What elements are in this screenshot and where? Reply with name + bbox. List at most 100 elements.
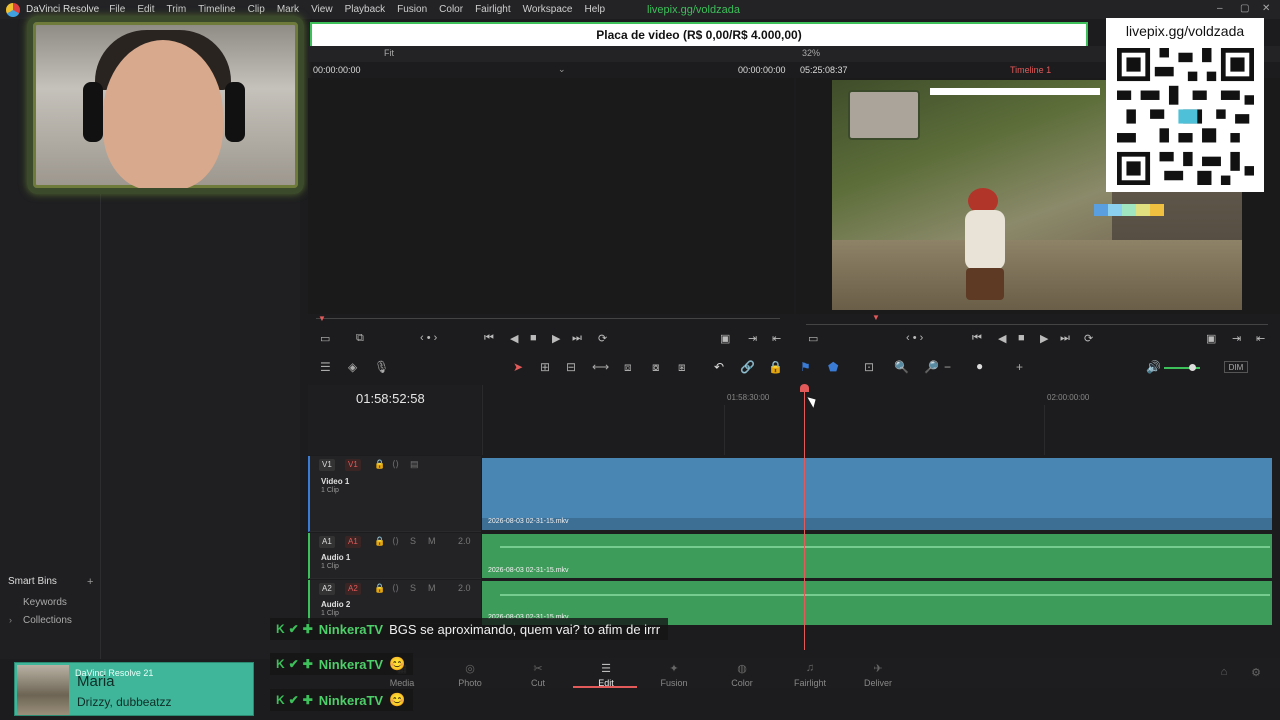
- menu-edit[interactable]: Edit: [137, 4, 154, 15]
- layout-icon[interactable]: ☰: [320, 360, 331, 374]
- insert-clip-icon[interactable]: ⧈: [624, 360, 632, 375]
- fairlight-page-icon[interactable]: ♫: [806, 662, 814, 674]
- auto-select-icon[interactable]: ⟨⟩: [392, 583, 399, 594]
- close-icon[interactable]: ✕: [1262, 3, 1270, 14]
- lock-icon[interactable]: 🔒: [374, 536, 385, 547]
- fit-dropdown[interactable]: Fit: [384, 48, 394, 58]
- video-clip[interactable]: [482, 458, 1272, 530]
- edit-page-icon[interactable]: ☰: [601, 662, 611, 675]
- zoom-detail-icon[interactable]: 🔍: [894, 360, 909, 374]
- chevron-down-icon[interactable]: ⌄: [558, 64, 566, 75]
- stop-icon[interactable]: ■: [1018, 332, 1025, 344]
- dynamic-trim-icon[interactable]: ⊟: [566, 360, 576, 374]
- track-source-tag[interactable]: V1: [345, 459, 361, 471]
- auto-select-icon[interactable]: ⟨⟩: [392, 536, 399, 547]
- track-dest-tag[interactable]: V1: [319, 459, 335, 471]
- solo-icon[interactable]: S: [410, 536, 416, 546]
- menu-fairlight[interactable]: Fairlight: [475, 4, 511, 15]
- deliver-page-icon[interactable]: ✈: [873, 662, 882, 675]
- source-scrub-bar[interactable]: [316, 318, 780, 319]
- track-source-tag[interactable]: A2: [345, 583, 361, 595]
- jog-icon[interactable]: ‹ • ›: [420, 332, 437, 344]
- timeline-scrub-bar[interactable]: [806, 324, 1268, 325]
- lock-icon[interactable]: 🔒: [374, 459, 385, 470]
- play-icon[interactable]: ▶: [1040, 332, 1048, 345]
- playhead-handle[interactable]: [800, 384, 809, 392]
- chevron-right-icon[interactable]: ›: [9, 615, 12, 625]
- page-tab-photo[interactable]: Photo: [458, 678, 482, 688]
- track-dest-tag[interactable]: A1: [319, 536, 335, 548]
- menu-fusion[interactable]: Fusion: [397, 4, 427, 15]
- play-reverse-icon[interactable]: ◀: [510, 332, 518, 345]
- disable-track-icon[interactable]: ▤: [410, 459, 419, 470]
- replace-clip-icon[interactable]: ⧆: [678, 360, 686, 375]
- timeline-ruler[interactable]: 01:58:30:00 02:00:00:00: [482, 385, 1280, 455]
- overwrite-clip-icon[interactable]: ⧇: [652, 360, 660, 375]
- lock-icon[interactable]: 🔒: [768, 360, 783, 374]
- jump-end-icon[interactable]: ⏭: [1060, 332, 1070, 345]
- fusion-page-icon[interactable]: ✦: [669, 662, 678, 675]
- cut-page-icon[interactable]: ✂: [533, 662, 542, 675]
- menu-help[interactable]: Help: [584, 4, 605, 15]
- zoom-dropdown[interactable]: 32%: [802, 48, 820, 58]
- selection-tool-icon[interactable]: ➤: [513, 360, 523, 374]
- auto-select-icon[interactable]: ⟨⟩: [392, 459, 399, 470]
- settings-gear-icon[interactable]: ⚙: [1251, 666, 1261, 679]
- play-reverse-icon[interactable]: ◀: [998, 332, 1006, 345]
- mute-icon[interactable]: M: [428, 536, 436, 546]
- add-smart-bin-icon[interactable]: +: [87, 576, 93, 588]
- flag-icon[interactable]: ⚑: [800, 360, 811, 374]
- play-icon[interactable]: ▶: [552, 332, 560, 345]
- loop-icon[interactable]: ⟳: [598, 332, 607, 345]
- link-icon[interactable]: 🔗: [740, 360, 755, 374]
- timeline-name-dropdown[interactable]: Timeline 1: [1010, 65, 1051, 75]
- maximize-icon[interactable]: ▢: [1240, 3, 1249, 14]
- jump-start-icon[interactable]: ⏮: [484, 332, 494, 345]
- volume-icon[interactable]: 🔊: [1146, 360, 1161, 374]
- minimize-icon[interactable]: –: [1217, 3, 1223, 14]
- jump-start-icon[interactable]: ⏮: [972, 332, 982, 345]
- menu-mark[interactable]: Mark: [277, 4, 299, 15]
- next-edit-icon[interactable]: ⇥: [1232, 332, 1241, 345]
- page-tab-fusion[interactable]: Fusion: [660, 678, 687, 688]
- zoom-full-icon[interactable]: ⊡: [864, 360, 874, 374]
- mute-icon[interactable]: M: [428, 583, 436, 593]
- menu-playback[interactable]: Playback: [345, 4, 386, 15]
- timeline-timecode[interactable]: 01:58:52:58: [356, 391, 425, 406]
- page-tab-deliver[interactable]: Deliver: [864, 678, 892, 688]
- audio-clip-a1[interactable]: [482, 534, 1272, 578]
- page-tab-media[interactable]: Media: [390, 678, 415, 688]
- page-tab-cut[interactable]: Cut: [531, 678, 545, 688]
- effects-icon[interactable]: ◈: [348, 360, 357, 374]
- timeline-playhead[interactable]: [804, 390, 805, 650]
- collections-item[interactable]: Collections: [23, 615, 72, 626]
- page-tab-fairlight[interactable]: Fairlight: [794, 678, 826, 688]
- menu-workspace[interactable]: Workspace: [523, 4, 573, 15]
- zoom-out-icon[interactable]: −: [944, 360, 951, 374]
- menu-view[interactable]: View: [311, 4, 333, 15]
- source-viewer[interactable]: [308, 78, 794, 314]
- track-header-a1[interactable]: A1 A1 🔒 ⟨⟩ S M 2.0 Audio 1 1 Clip: [308, 533, 481, 579]
- snapping-icon[interactable]: ↶: [714, 360, 724, 374]
- photo-page-icon[interactable]: ◎: [465, 662, 475, 675]
- zoom-in-icon[interactable]: +: [1016, 360, 1023, 374]
- home-icon[interactable]: ⌂: [1221, 666, 1228, 678]
- zoom-slider-knob[interactable]: ●: [976, 359, 983, 373]
- menu-timeline[interactable]: Timeline: [198, 4, 235, 15]
- source-playhead-icon[interactable]: ▼: [318, 314, 326, 323]
- menu-clip[interactable]: Clip: [248, 4, 265, 15]
- menu-file[interactable]: File: [109, 4, 125, 15]
- track-source-tag[interactable]: A1: [345, 536, 361, 548]
- menu-trim[interactable]: Trim: [167, 4, 187, 15]
- prev-edit-icon[interactable]: ⇤: [1256, 332, 1265, 345]
- marker-icon[interactable]: ⬟: [828, 360, 838, 374]
- jog-icon[interactable]: ‹ • ›: [906, 332, 923, 344]
- page-tab-color[interactable]: Color: [731, 678, 753, 688]
- trim-tool-icon[interactable]: ⊞: [540, 360, 550, 374]
- dim-button[interactable]: DIM: [1224, 361, 1248, 373]
- track-header-v1[interactable]: V1 V1 🔒 ⟨⟩ ▤ Video 1 1 Clip: [308, 456, 481, 532]
- next-edit-icon[interactable]: ⇥: [748, 332, 757, 345]
- menu-color[interactable]: Color: [439, 4, 463, 15]
- solo-icon[interactable]: S: [410, 583, 416, 593]
- prev-edit-icon[interactable]: ⇤: [772, 332, 781, 345]
